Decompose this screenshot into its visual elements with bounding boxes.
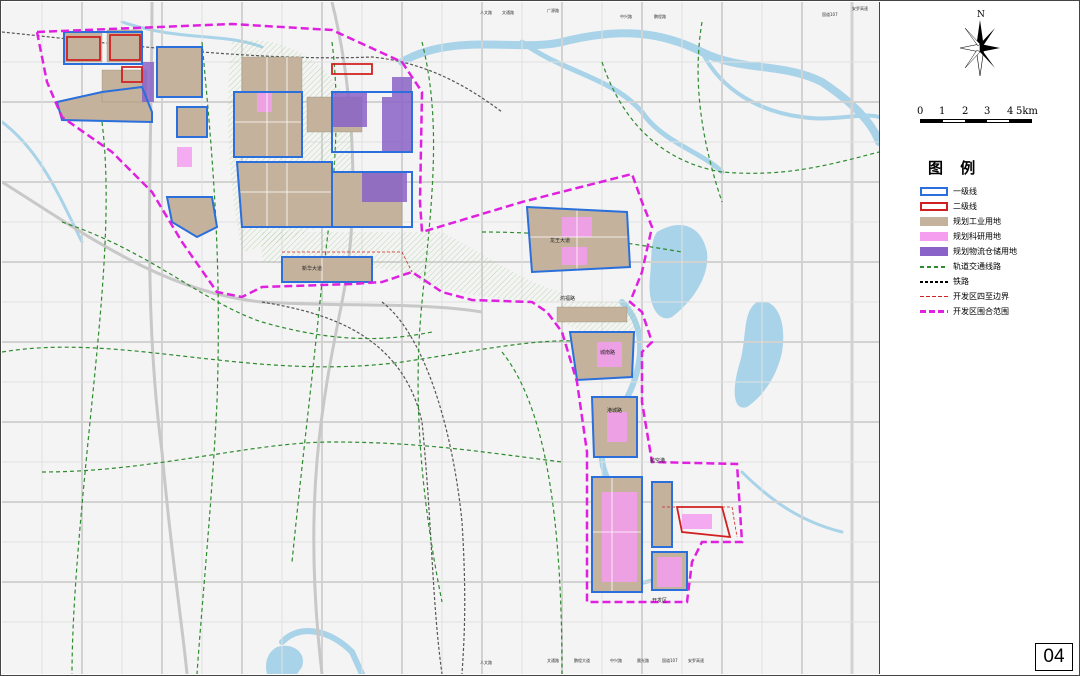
scale-tick-label: 3 bbox=[984, 106, 991, 117]
scale-tick-label: 2 bbox=[962, 106, 969, 117]
logistics-parcel bbox=[392, 77, 412, 97]
road-label-top: 安罗高速 bbox=[852, 5, 868, 11]
road-label-bottom: 安罗高速 bbox=[688, 657, 704, 663]
industrial-parcel bbox=[236, 161, 333, 228]
legend-item-industrial: 规划工业用地 bbox=[920, 215, 1001, 228]
road-label-bottom: 鹏程大道 bbox=[574, 657, 590, 663]
industrial-parcel bbox=[281, 256, 373, 283]
road-label-top: 广源路 bbox=[547, 7, 559, 13]
road-label-top: 鹏程路 bbox=[654, 13, 666, 19]
legend-label: 一级线 bbox=[953, 187, 977, 196]
logistics-parcel bbox=[362, 172, 407, 202]
road-label-bottom: 文通路 bbox=[547, 657, 559, 663]
research-parcel bbox=[657, 557, 682, 587]
legend-label: 开发区四至边界 bbox=[953, 292, 1009, 301]
scale-tick-label: 5km bbox=[1016, 106, 1038, 117]
legend-panel: N 0 1 2 3 4 5km 图 例 一级线 二级线 规划工业用地 规划科研用… bbox=[880, 2, 1077, 674]
legend-label: 二级线 bbox=[953, 202, 977, 211]
industrial-parcel bbox=[651, 481, 673, 548]
legend-label: 开发区围合范围 bbox=[953, 307, 1009, 316]
legend-title: 图 例 bbox=[928, 159, 982, 177]
zone-label: 港城路 bbox=[607, 407, 622, 414]
logistics-parcel bbox=[142, 62, 154, 102]
research-parcel bbox=[562, 247, 587, 265]
legend-swatch bbox=[920, 217, 948, 226]
compass-north-label: N bbox=[977, 10, 985, 20]
legend-item-research: 规划科研用地 bbox=[920, 230, 1001, 243]
scale-bar: 0 1 2 3 4 5km bbox=[917, 106, 1038, 126]
legend-swatch bbox=[920, 202, 948, 211]
legend-label: 规划科研用地 bbox=[953, 232, 1001, 241]
legend-swatch bbox=[920, 232, 948, 241]
zone-label: 开发区 bbox=[652, 597, 667, 604]
legend-item-level1: 一级线 bbox=[920, 185, 977, 198]
road-label-top: 国道107 bbox=[822, 11, 838, 17]
industrial-parcel bbox=[556, 306, 628, 323]
road-label-top: 人文路 bbox=[480, 9, 492, 15]
zone-label: 鸿福路 bbox=[560, 295, 575, 302]
road-label-bottom: 晨光路 bbox=[637, 657, 649, 663]
zone-label: 城南路 bbox=[600, 349, 615, 356]
legend-item-logistics: 规划物流仓储用地 bbox=[920, 245, 1017, 258]
legend-item-rail-transit: 轨道交通线路 bbox=[920, 260, 1001, 273]
road-label-bottom: 中兴路 bbox=[610, 657, 622, 663]
logistics-parcel bbox=[332, 92, 367, 127]
legend-swatch bbox=[920, 280, 948, 283]
research-parcel bbox=[602, 492, 637, 582]
research-parcel bbox=[177, 147, 192, 167]
legend-swatch bbox=[920, 187, 948, 196]
zone-label: 龙王大道 bbox=[550, 237, 570, 244]
legend-swatch bbox=[920, 247, 948, 256]
industrial-parcel bbox=[101, 69, 148, 103]
scale-tick-label: 1 bbox=[939, 106, 946, 117]
zone-label: 航空港 bbox=[650, 457, 665, 464]
industrial-parcel bbox=[176, 106, 208, 138]
map-panel[interactable]: 人文路 文通路 广源路 中兴路 鹏程路 国道107 安罗高速 人文路 文通路 鹏… bbox=[2, 2, 880, 674]
legend-label: 铁路 bbox=[953, 277, 969, 286]
road-label-top: 文通路 bbox=[502, 9, 514, 15]
map-canvas[interactable]: 人文路 文通路 广源路 中兴路 鹏程路 国道107 安罗高速 人文路 文通路 鹏… bbox=[2, 2, 879, 674]
legend-label: 轨道交通线路 bbox=[953, 262, 1001, 271]
legend-swatch bbox=[920, 310, 948, 313]
legend-item-zone-boundary: 开发区围合范围 bbox=[920, 305, 1009, 318]
legend-item-level2: 二级线 bbox=[920, 200, 977, 213]
legend-item-railway: 铁路 bbox=[920, 275, 969, 288]
legend-label: 规划物流仓储用地 bbox=[953, 247, 1017, 256]
research-parcel bbox=[607, 412, 627, 442]
research-parcel bbox=[257, 92, 272, 112]
legend-label: 规划工业用地 bbox=[953, 217, 1001, 226]
scale-tick-label: 4 bbox=[1007, 106, 1014, 117]
legend-item-four-corner: 开发区四至边界 bbox=[920, 290, 1009, 303]
road-label-top: 中兴路 bbox=[620, 13, 632, 19]
road-label-bottom: 人文路 bbox=[480, 659, 492, 665]
legend-swatch bbox=[920, 265, 948, 268]
research-parcel bbox=[682, 514, 712, 529]
scale-tick-label: 0 bbox=[917, 106, 924, 117]
industrial-parcel bbox=[156, 46, 203, 98]
zone-label: 新华大道 bbox=[302, 265, 322, 272]
legend-swatch bbox=[920, 296, 948, 297]
page-number: 04 bbox=[1035, 643, 1073, 671]
compass-icon: N bbox=[959, 10, 1000, 77]
road-label-bottom: 国道107 bbox=[662, 657, 678, 663]
logistics-parcel bbox=[382, 97, 412, 152]
